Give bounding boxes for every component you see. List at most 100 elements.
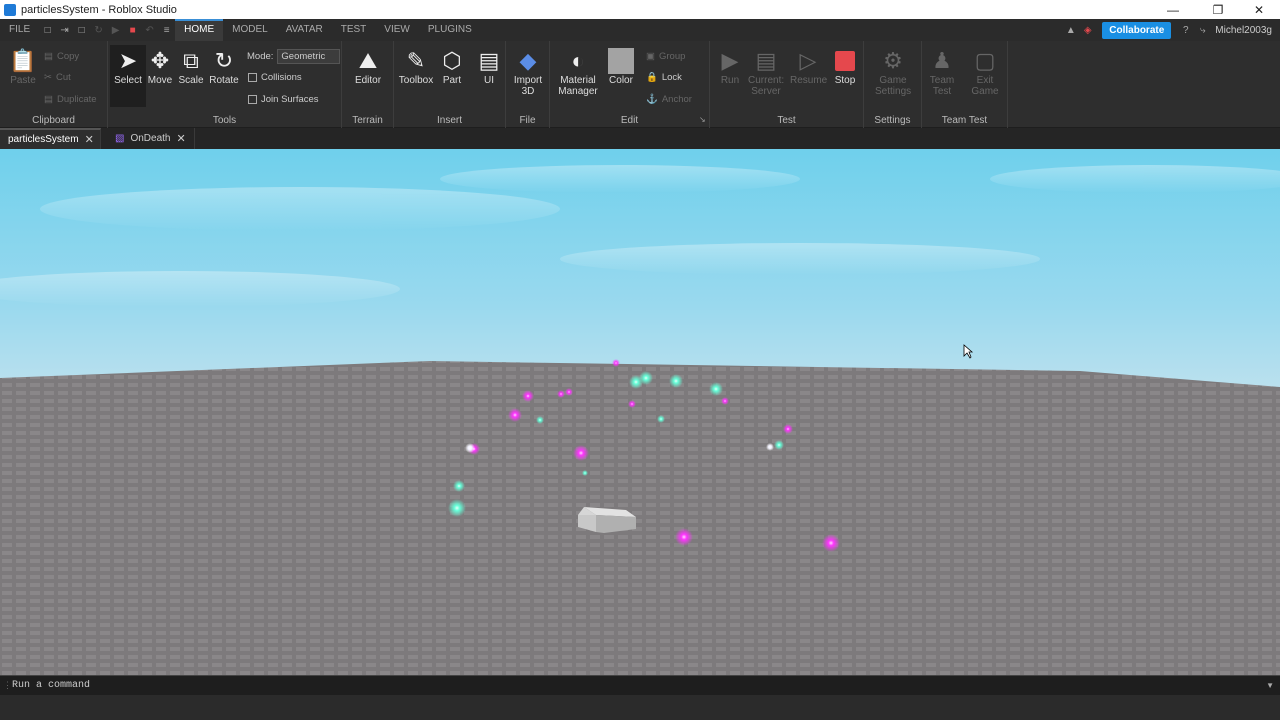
share-icon[interactable]: ⤷ bbox=[1195, 19, 1210, 41]
game-settings-button[interactable]: ⚙ Game Settings bbox=[875, 47, 911, 97]
import-3d-button[interactable]: ◆ Import 3D bbox=[510, 47, 546, 97]
command-input[interactable] bbox=[12, 680, 1212, 691]
command-bar-grip-icon: ⋮ bbox=[3, 680, 12, 690]
select-icon: ➤ bbox=[118, 48, 138, 73]
file-menu[interactable]: FILE bbox=[0, 19, 39, 41]
import-3d-icon: ◆ bbox=[519, 48, 537, 73]
select-button[interactable]: ➤ Select bbox=[110, 45, 146, 107]
toolbox-button[interactable]: ✎ Toolbox bbox=[398, 47, 434, 86]
material-manager-button[interactable]: ◐ Material Manager bbox=[558, 47, 598, 97]
mode-dropdown[interactable]: Geometric bbox=[277, 49, 341, 64]
move-label: Move bbox=[147, 75, 173, 86]
insert-group-label: Insert bbox=[436, 115, 462, 126]
collapse-ribbon-icon[interactable]: ▲ bbox=[1063, 19, 1078, 41]
clipboard-group-label: Clipboard bbox=[32, 115, 75, 126]
group-button[interactable]: ▣ Group bbox=[646, 51, 685, 62]
cut-label: Cut bbox=[55, 72, 71, 83]
game-settings-label-line2: Settings bbox=[875, 86, 912, 97]
undo-icon[interactable]: ↶ bbox=[142, 19, 157, 41]
part-icon: ⬡ bbox=[442, 48, 462, 73]
stop-button[interactable]: Stop bbox=[827, 47, 863, 86]
stop-label: Stop bbox=[834, 75, 856, 86]
window-title: particlesSystem - Roblox Studio bbox=[21, 3, 177, 16]
terrain-editor-button[interactable]: ⛰ Editor bbox=[350, 47, 386, 86]
run-icon: ▶ bbox=[721, 48, 739, 73]
toolbox-icon: ✎ bbox=[406, 48, 426, 73]
cut-button[interactable]: ✂ Cut bbox=[44, 72, 71, 83]
document-tabs: particlesSystem ✕ ▧ OnDeath ✕ bbox=[0, 128, 1280, 149]
run-button[interactable]: ▶ Run bbox=[712, 47, 748, 86]
color-button[interactable]: Color bbox=[603, 47, 639, 86]
new-file-icon[interactable]: □ bbox=[40, 19, 55, 41]
scale-button[interactable]: ⧉ Scale bbox=[173, 47, 209, 86]
baseplate[interactable] bbox=[0, 361, 1280, 675]
join-surfaces-toggle[interactable]: Join Surfaces bbox=[248, 94, 319, 105]
team-test-button[interactable]: ♟ Team Test bbox=[924, 47, 960, 97]
command-history-dropdown-icon[interactable]: ▼ bbox=[1266, 681, 1274, 690]
select-label: Select bbox=[114, 75, 142, 86]
save-icon[interactable]: □ bbox=[74, 19, 89, 41]
minimize-icon[interactable]: — bbox=[1158, 0, 1188, 19]
tab-avatar[interactable]: AVATAR bbox=[277, 19, 332, 41]
team-test-group: ♟ Team Test ▢ Exit Game Team Test bbox=[922, 41, 1008, 128]
anchor-label: Anchor bbox=[661, 94, 692, 105]
terrain-group: ⛰ Editor Terrain bbox=[342, 41, 394, 128]
duplicate-label: Duplicate bbox=[56, 94, 97, 105]
tab-model[interactable]: MODEL bbox=[223, 19, 277, 41]
toolbox-label: Toolbox bbox=[398, 75, 434, 86]
anchor-button[interactable]: ⚓ Anchor bbox=[646, 94, 692, 105]
exit-game-button[interactable]: ▢ Exit Game bbox=[967, 47, 1003, 97]
join-surfaces-checkbox[interactable] bbox=[248, 95, 257, 104]
tab-home[interactable]: HOME bbox=[175, 19, 224, 41]
open-file-icon[interactable]: ⇥ bbox=[57, 19, 72, 41]
settings-group: ⚙ Game Settings Settings bbox=[864, 41, 922, 128]
rotate-button[interactable]: ↻ Rotate bbox=[206, 47, 242, 86]
copy-icon: ▤ bbox=[44, 51, 53, 62]
mode-selector[interactable]: Mode: Geometric bbox=[247, 49, 341, 64]
material-manager-label-line2: Manager bbox=[558, 86, 598, 97]
collaborate-button[interactable]: Collaborate bbox=[1102, 21, 1172, 39]
tab-view[interactable]: VIEW bbox=[375, 19, 419, 41]
part-label: Part bbox=[442, 75, 462, 86]
restore-icon[interactable]: ❐ bbox=[1203, 0, 1233, 19]
game-settings-label-line1: Game bbox=[879, 75, 907, 86]
notifications-icon[interactable]: ◈ bbox=[1080, 19, 1095, 41]
duplicate-button[interactable]: ▤ Duplicate bbox=[44, 94, 97, 105]
ui-button[interactable]: ▤ UI bbox=[471, 47, 507, 86]
menu-bar: FILE □ ⇥ □ ↻ ▶ ■ ↶ ≡ HOME MODEL AVATAR T… bbox=[0, 19, 1280, 41]
part-button[interactable]: ⬡ Part bbox=[434, 47, 470, 86]
resume-icon: ▷ bbox=[799, 48, 817, 73]
copy-button[interactable]: ▤ Copy bbox=[44, 51, 79, 62]
stop-quick-icon[interactable]: ■ bbox=[125, 19, 140, 41]
current-server-label-line1: Current: bbox=[748, 75, 785, 86]
color-label: Color bbox=[609, 75, 633, 86]
paste-button[interactable]: 📋 Paste bbox=[5, 47, 41, 86]
resume-button[interactable]: ▷ Resume bbox=[790, 47, 827, 86]
stop-icon bbox=[835, 51, 855, 71]
lock-button[interactable]: 🔒 Lock bbox=[646, 72, 682, 83]
close-tab-icon[interactable]: ✕ bbox=[176, 132, 185, 145]
lock-icon: 🔒 bbox=[646, 72, 658, 83]
quick-access-dropdown-icon[interactable]: ≡ bbox=[159, 19, 174, 41]
paste-icon: 📋 bbox=[9, 48, 37, 73]
exit-game-label-line1: Exit bbox=[976, 75, 994, 86]
collisions-checkbox[interactable] bbox=[248, 73, 257, 82]
help-icon[interactable]: ? bbox=[1178, 19, 1193, 41]
close-icon[interactable]: ✕ bbox=[1244, 0, 1274, 19]
close-tab-icon[interactable]: ✕ bbox=[85, 133, 94, 146]
rotate-label: Rotate bbox=[209, 75, 239, 86]
team-test-icon: ♟ bbox=[932, 48, 952, 73]
3d-viewport[interactable] bbox=[0, 149, 1280, 675]
redo-icon[interactable]: ↻ bbox=[91, 19, 106, 41]
tab-particles-system[interactable]: particlesSystem ✕ bbox=[0, 128, 101, 149]
collisions-toggle[interactable]: Collisions bbox=[248, 72, 302, 83]
tab-plugins[interactable]: PLUGINS bbox=[419, 19, 481, 41]
user-name[interactable]: Michel2003g bbox=[1215, 25, 1272, 36]
tab-test[interactable]: TEST bbox=[332, 19, 376, 41]
edit-group-expand-icon[interactable]: ↘ bbox=[699, 115, 706, 124]
ui-icon: ▤ bbox=[478, 48, 500, 73]
play-icon[interactable]: ▶ bbox=[108, 19, 123, 41]
current-server-button[interactable]: ▤ Current: Server bbox=[748, 47, 784, 97]
file-group-label: File bbox=[519, 115, 536, 126]
tab-on-death[interactable]: ▧ OnDeath ✕ bbox=[107, 128, 195, 149]
